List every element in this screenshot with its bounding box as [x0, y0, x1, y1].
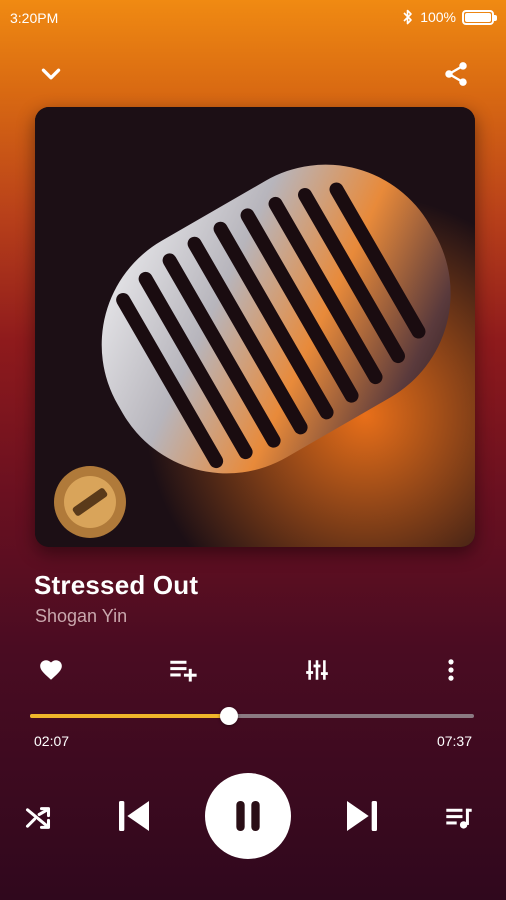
seek-progress [30, 714, 230, 718]
share-button[interactable] [438, 56, 474, 92]
skip-previous-icon [119, 801, 149, 831]
status-right: 100% [402, 9, 497, 25]
microphone-artwork [35, 107, 475, 547]
more-options-button[interactable] [433, 652, 469, 688]
equalizer-icon [306, 660, 328, 680]
song-title: Stressed Out [34, 570, 199, 600]
shuffle-icon [25, 807, 51, 829]
album-art [35, 107, 475, 547]
bluetooth-icon [403, 9, 412, 25]
skip-next-icon [347, 801, 377, 831]
add-to-playlist-button[interactable] [165, 652, 201, 688]
pause-button[interactable] [205, 773, 291, 859]
previous-button[interactable] [110, 794, 158, 838]
equalizer-button[interactable] [299, 652, 335, 688]
status-time: 3:20PM [10, 10, 59, 26]
share-icon [445, 62, 467, 86]
queue-music-icon [446, 808, 472, 829]
favorite-button[interactable] [33, 652, 69, 688]
battery-percent: 100% [420, 9, 456, 25]
more-vertical-icon [448, 659, 454, 681]
battery-icon [462, 9, 497, 25]
seek-bar[interactable] [30, 707, 474, 725]
song-artist: Shogan Yin [35, 606, 128, 626]
status-bar: 3:20PM 100% [0, 0, 506, 36]
chevron-down-icon [41, 68, 61, 80]
pause-icon [236, 801, 260, 831]
battery-fill [465, 12, 491, 22]
queue-button[interactable] [440, 800, 478, 836]
seek-thumb[interactable] [220, 707, 239, 725]
playlist-add-icon [170, 660, 197, 682]
total-time: 07:37 [436, 733, 472, 749]
elapsed-time: 02:07 [34, 733, 70, 749]
heart-icon [40, 660, 62, 680]
collapse-button[interactable] [33, 56, 69, 92]
next-button[interactable] [338, 794, 386, 838]
shuffle-button[interactable] [18, 800, 58, 836]
